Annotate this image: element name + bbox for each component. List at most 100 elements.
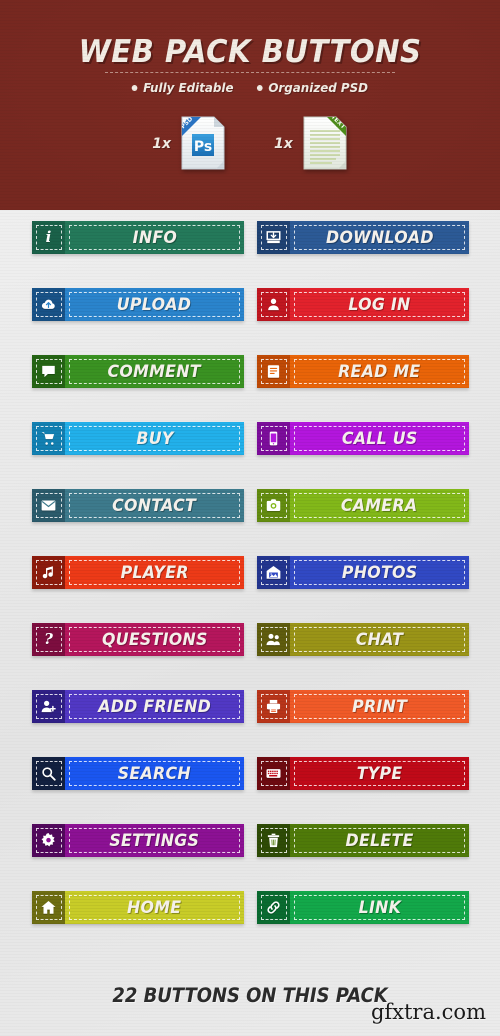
title-divider — [105, 72, 395, 73]
button-player[interactable]: PLAYER — [32, 556, 244, 589]
file-count: 1x — [274, 135, 293, 152]
button-label: ADD FRIEND — [98, 696, 211, 717]
button-body[interactable]: LOG IN — [290, 288, 469, 321]
button-label: PLAYER — [120, 562, 189, 583]
button-body[interactable]: PRINT — [290, 690, 469, 723]
button-add-friend[interactable]: ADD FRIEND — [32, 690, 244, 723]
question-icon[interactable]: ? — [32, 623, 65, 656]
inbox-down-icon[interactable] — [257, 221, 290, 254]
button-label: SETTINGS — [109, 830, 200, 851]
button-body[interactable]: BUY — [65, 422, 244, 455]
feature-list: Fully Editable Organized PSD — [0, 80, 500, 95]
chain-icon[interactable] — [257, 891, 290, 924]
file-item-text: 1x TEXT — [274, 116, 348, 171]
button-label: LOG IN — [348, 294, 411, 315]
button-label: CAMERA — [341, 495, 418, 516]
button-body[interactable]: LINK — [290, 891, 469, 924]
button-photos[interactable]: PHOTOS — [257, 556, 469, 589]
button-label: DELETE — [345, 830, 414, 851]
page-title: WEB PACK BUTTONS — [78, 34, 422, 70]
file-count: 1x — [152, 135, 171, 152]
button-upload[interactable]: UPLOAD — [32, 288, 244, 321]
button-type[interactable]: TYPE — [257, 757, 469, 790]
button-body[interactable]: UPLOAD — [65, 288, 244, 321]
button-delete[interactable]: DELETE — [257, 824, 469, 857]
button-grid: i INFO DOWNLOAD UPLOAD LOG IN COMMENT READ ME B… — [32, 221, 470, 924]
camera-icon[interactable] — [257, 489, 290, 522]
button-call-us[interactable]: CALL US — [257, 422, 469, 455]
button-buy[interactable]: BUY — [32, 422, 244, 455]
user-icon[interactable] — [257, 288, 290, 321]
gear-icon[interactable] — [32, 824, 65, 857]
button-contact[interactable]: CONTACT — [32, 489, 244, 522]
button-body[interactable]: INFO — [65, 221, 244, 254]
buttons-panel: i INFO DOWNLOAD UPLOAD LOG IN COMMENT READ ME B… — [0, 210, 500, 1036]
bullet-dot-icon — [256, 84, 263, 91]
button-settings[interactable]: SETTINGS — [32, 824, 244, 857]
button-label: COMMENT — [107, 361, 202, 382]
svg-text:Ps: Ps — [194, 139, 212, 155]
button-body[interactable]: TYPE — [290, 757, 469, 790]
button-body[interactable]: SEARCH — [65, 757, 244, 790]
feature-item: Fully Editable — [132, 80, 234, 95]
button-body[interactable]: ADD FRIEND — [65, 690, 244, 723]
button-camera[interactable]: CAMERA — [257, 489, 469, 522]
button-label: UPLOAD — [117, 294, 192, 315]
button-label: INFO — [132, 227, 177, 248]
button-questions[interactable]: ? QUESTIONS — [32, 623, 244, 656]
search-icon[interactable] — [32, 757, 65, 790]
button-label: CONTACT — [112, 495, 197, 516]
button-body[interactable]: CAMERA — [290, 489, 469, 522]
button-label: LINK — [358, 897, 401, 918]
button-label: DOWNLOAD — [325, 227, 434, 248]
home-icon[interactable] — [32, 891, 65, 924]
trash-icon[interactable] — [257, 824, 290, 857]
button-info[interactable]: i INFO — [32, 221, 244, 254]
button-comment[interactable]: COMMENT — [32, 355, 244, 388]
button-body[interactable]: DOWNLOAD — [290, 221, 469, 254]
feature-label: Fully Editable — [143, 80, 234, 95]
button-home[interactable]: HOME — [32, 891, 244, 924]
button-label: QUESTIONS — [101, 629, 208, 650]
button-body[interactable]: DELETE — [290, 824, 469, 857]
button-label: HOME — [127, 897, 182, 918]
book-icon[interactable] — [257, 355, 290, 388]
button-body[interactable]: SETTINGS — [65, 824, 244, 857]
button-print[interactable]: PRINT — [257, 690, 469, 723]
speech-icon[interactable] — [32, 355, 65, 388]
button-body[interactable]: HOME — [65, 891, 244, 924]
button-read-me[interactable]: READ ME — [257, 355, 469, 388]
button-label: SEARCH — [117, 763, 192, 784]
button-chat[interactable]: CHAT — [257, 623, 469, 656]
music-note-icon[interactable] — [32, 556, 65, 589]
button-label: BUY — [135, 428, 174, 449]
button-label: CHAT — [355, 629, 404, 650]
button-body[interactable]: CONTACT — [65, 489, 244, 522]
watermark: gfxtra.com — [370, 1000, 486, 1024]
keyboard-icon[interactable] — [257, 757, 290, 790]
info-icon[interactable]: i — [32, 221, 65, 254]
button-body[interactable]: CALL US — [290, 422, 469, 455]
cart-icon[interactable] — [32, 422, 65, 455]
user-plus-icon[interactable] — [32, 690, 65, 723]
button-body[interactable]: CHAT — [290, 623, 469, 656]
button-link[interactable]: LINK — [257, 891, 469, 924]
button-body[interactable]: READ ME — [290, 355, 469, 388]
printer-icon[interactable] — [257, 690, 290, 723]
button-label: PHOTOS — [341, 562, 418, 583]
feature-item: Organized PSD — [256, 80, 368, 95]
users-icon[interactable] — [257, 623, 290, 656]
feature-label: Organized PSD — [267, 80, 368, 95]
button-body[interactable]: PHOTOS — [290, 556, 469, 589]
envelope-icon[interactable] — [32, 489, 65, 522]
button-body[interactable]: COMMENT — [65, 355, 244, 388]
file-list: 1x Ps PSD 1x TEXT — [0, 116, 500, 171]
button-body[interactable]: QUESTIONS — [65, 623, 244, 656]
cloud-up-icon[interactable] — [32, 288, 65, 321]
button-log-in[interactable]: LOG IN — [257, 288, 469, 321]
photo-icon[interactable] — [257, 556, 290, 589]
phone-icon[interactable] — [257, 422, 290, 455]
button-search[interactable]: SEARCH — [32, 757, 244, 790]
button-download[interactable]: DOWNLOAD — [257, 221, 469, 254]
button-body[interactable]: PLAYER — [65, 556, 244, 589]
